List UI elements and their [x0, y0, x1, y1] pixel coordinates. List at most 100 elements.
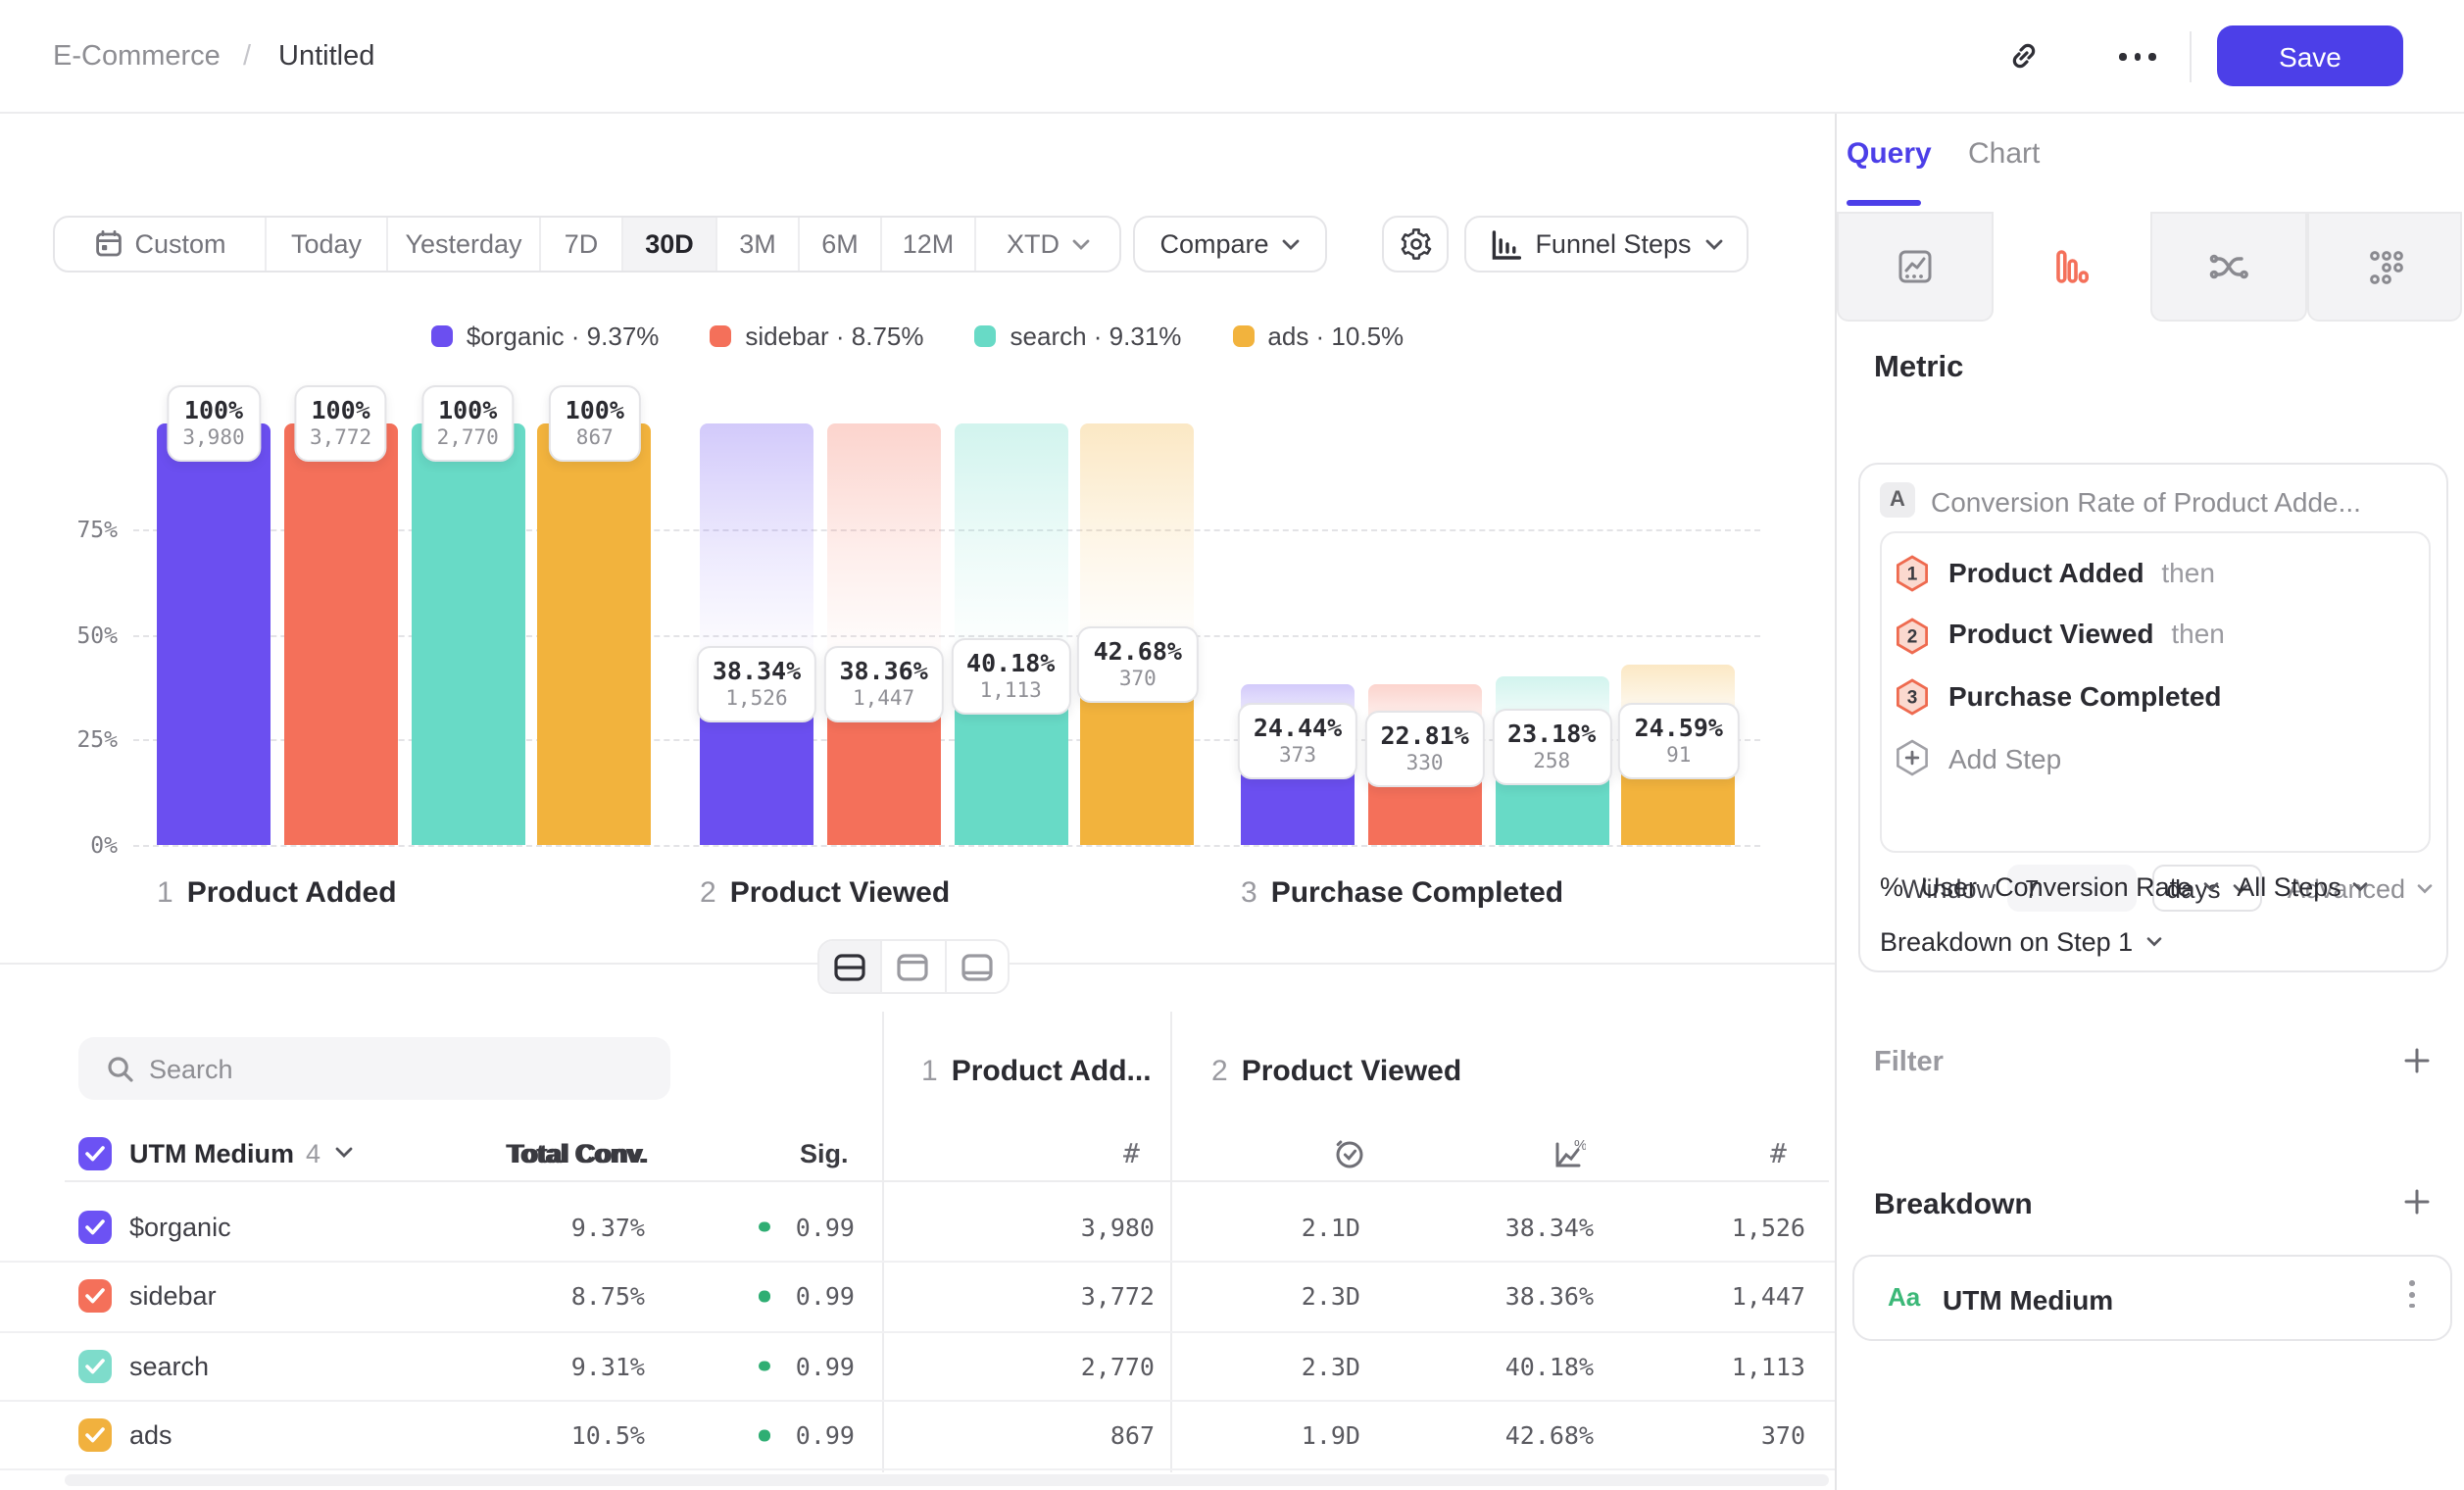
chevron-down-icon: [1705, 238, 1723, 250]
search-input[interactable]: [149, 1037, 649, 1100]
bar-pct-label: 38.34%: [713, 655, 801, 684]
horizontal-scrollbar[interactable]: [65, 1474, 1829, 1486]
layout-split-button[interactable]: [819, 941, 883, 992]
funnel-bar[interactable]: [157, 423, 271, 845]
range-3m[interactable]: 3M: [717, 218, 800, 271]
table-row-ads[interactable]: ads10.5%0.998671.9D42.68%370: [0, 1402, 1835, 1471]
table-row-organic[interactable]: $organic9.37%0.993,9802.1D38.34%1,526: [0, 1194, 1835, 1264]
row-checkbox[interactable]: [78, 1350, 112, 1383]
metric-step-3[interactable]: 3Purchase Completed: [1882, 667, 2429, 728]
range-label: Custom: [134, 229, 225, 259]
kebab-menu-icon[interactable]: [2409, 1280, 2415, 1309]
range-12m[interactable]: 12M: [882, 218, 976, 271]
layout-chart-only-button[interactable]: [883, 941, 947, 992]
chart-type-button[interactable]: Funnel Steps: [1464, 216, 1749, 273]
range-yesterday[interactable]: Yesterday: [388, 218, 541, 271]
breadcrumb-parent[interactable]: E-Commerce: [53, 41, 221, 73]
total-conv-header[interactable]: Total Conv.: [506, 1139, 646, 1168]
metric-title[interactable]: Conversion Rate of Product Adde...: [1931, 486, 2361, 518]
sig-header[interactable]: Sig.: [800, 1139, 849, 1168]
row-checkbox[interactable]: [78, 1280, 112, 1314]
row-step2-conv: 42.68%: [1505, 1420, 1594, 1450]
breakdown-on-label: Breakdown on Step 1: [1880, 927, 2133, 957]
chart-settings-button[interactable]: [1382, 216, 1449, 273]
row-step2-count: 1,526: [1732, 1213, 1805, 1242]
filter-section-label: Filter: [1874, 1047, 1944, 1078]
funnel-bar[interactable]: [538, 423, 652, 845]
charttype-line-tab[interactable]: [1837, 212, 1994, 322]
panel-divider: [1835, 114, 1837, 1490]
funnel-bar[interactable]: [284, 423, 398, 845]
tab-chart[interactable]: Chart: [1968, 137, 2040, 171]
active-tab-underline: [1847, 200, 1921, 206]
plus-icon: [2403, 1188, 2431, 1216]
row-checkbox[interactable]: [78, 1418, 112, 1452]
bar-pct-label: 22.81%: [1380, 720, 1468, 750]
metric-step-2[interactable]: 2Product Viewed then: [1882, 605, 2429, 667]
group-count: 4: [306, 1138, 320, 1167]
legend-item-search[interactable]: search · 9.31%: [975, 322, 1182, 351]
measure-scope-dropdown[interactable]: All Steps: [2237, 872, 2369, 902]
group-column-name[interactable]: UTM Medium: [129, 1138, 294, 1167]
legend-item-organic[interactable]: $organic · 9.37%: [431, 322, 660, 351]
bar-count-label: 330: [1380, 752, 1468, 775]
gear-icon: [1399, 227, 1432, 261]
chevron-down-icon: [1071, 238, 1089, 250]
measure-row: % User Conversion Rate All Steps: [1880, 872, 2369, 902]
page-title[interactable]: Untitled: [278, 41, 374, 73]
bar-count-label: 373: [1254, 745, 1342, 769]
avg-time-icon[interactable]: [1333, 1137, 1366, 1170]
breakdown-section-label: Breakdown: [1874, 1188, 2033, 1221]
metric-section-label: Metric: [1874, 351, 1963, 386]
breadcrumb-separator: /: [243, 41, 251, 73]
funnel-bar[interactable]: [411, 423, 524, 845]
measure-metric-dropdown[interactable]: Conversion Rate: [1995, 872, 2219, 902]
table-row-sidebar[interactable]: sidebar8.75%0.993,7722.3D38.36%1,447: [0, 1263, 1835, 1332]
tab-query[interactable]: Query: [1847, 137, 1932, 171]
row-total-conv: 9.31%: [571, 1352, 645, 1381]
range-today[interactable]: Today: [267, 218, 388, 271]
legend-swatch: [431, 325, 453, 347]
select-all-checkbox[interactable]: [78, 1136, 112, 1169]
range-7d[interactable]: 7D: [541, 218, 623, 271]
charttype-funnel-tab[interactable]: [1994, 212, 2150, 322]
charttype-flow-tab[interactable]: [2150, 212, 2307, 322]
measure-subject[interactable]: User: [1921, 872, 1977, 902]
row-step2-time: 2.3D: [1302, 1352, 1360, 1381]
share-link-icon[interactable]: [2007, 39, 2041, 73]
funnel-steps-icon: [1490, 228, 1521, 260]
range-6m[interactable]: 6M: [800, 218, 882, 271]
bar-value-card: 38.36%1,447: [823, 645, 943, 721]
bar-pct-label: 100%: [182, 395, 244, 424]
add-step-button[interactable]: Add Step: [1882, 728, 2429, 787]
legend-item-ads[interactable]: ads · 10.5%: [1232, 322, 1404, 351]
table-row-search[interactable]: search9.31%0.992,7702.3D40.18%1,113: [0, 1332, 1835, 1402]
charttype-journey-tab[interactable]: [2307, 212, 2462, 322]
layout-table-only-button[interactable]: [946, 941, 1008, 992]
table-header-border: [65, 1180, 1829, 1182]
gridline: [133, 845, 1760, 847]
legend-swatch: [710, 325, 731, 347]
legend-item-sidebar[interactable]: sidebar · 8.75%: [710, 322, 923, 351]
add-filter-button[interactable]: [2403, 1047, 2431, 1074]
more-options-icon[interactable]: [2119, 53, 2155, 60]
breakdown-item-card[interactable]: Aa UTM Medium: [1852, 1255, 2452, 1341]
header-divider: [2190, 31, 2192, 82]
conversion-chart-icon[interactable]: %: [1551, 1137, 1586, 1172]
row-step2-conv: 38.34%: [1505, 1213, 1594, 1242]
chart-type-label: Funnel Steps: [1535, 229, 1691, 259]
range-custom[interactable]: Custom: [55, 218, 267, 271]
bar-value-card: 38.34%1,526: [697, 645, 816, 721]
compare-button[interactable]: Compare: [1133, 216, 1327, 273]
save-button[interactable]: Save: [2217, 25, 2403, 86]
range-30d[interactable]: 30D: [623, 218, 717, 271]
dot-grid-icon: [2365, 247, 2404, 286]
range-xtd[interactable]: XTD: [976, 218, 1119, 271]
breakdown-on-dropdown[interactable]: Breakdown on Step 1: [1880, 927, 2162, 957]
row-checkbox[interactable]: [78, 1211, 112, 1244]
count-icon[interactable]: #: [1123, 1139, 1140, 1170]
chevron-down-icon: [2353, 882, 2369, 892]
add-breakdown-button[interactable]: [2403, 1188, 2431, 1216]
metric-step-1[interactable]: 1Product Added then: [1882, 543, 2429, 605]
count-icon[interactable]: #: [1770, 1139, 1787, 1170]
